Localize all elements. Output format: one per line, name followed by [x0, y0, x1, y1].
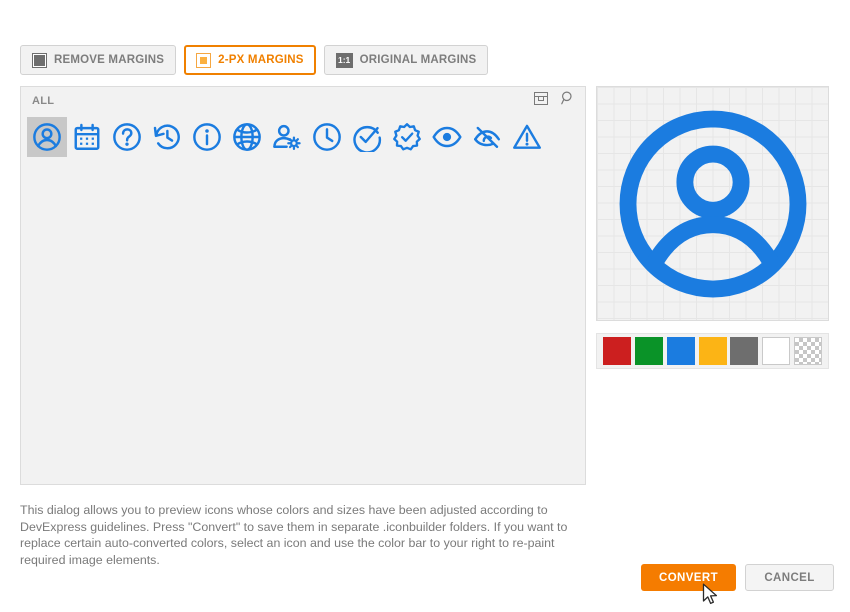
convert-button[interactable]: CONVERT	[641, 564, 736, 591]
margin-mode-toolbar: REMOVE MARGINS 2-PX MARGINS 1:1 ORIGINAL…	[20, 45, 489, 75]
icon-cell-info-circle[interactable]	[187, 117, 227, 157]
blue-swatch-chip	[666, 337, 695, 365]
icon-cell-check-circle[interactable]	[347, 117, 387, 157]
dialog-footer: CONVERT CANCEL	[641, 564, 834, 591]
icon-cell-calendar[interactable]	[67, 117, 107, 157]
eye-off-icon	[472, 122, 502, 152]
blue-swatch[interactable]	[665, 333, 697, 369]
red-swatch[interactable]	[601, 333, 633, 369]
remove-margins-button[interactable]: REMOVE MARGINS	[20, 45, 177, 75]
white-swatch[interactable]	[760, 333, 792, 369]
user-circle-icon	[32, 122, 62, 152]
globe-icon	[232, 122, 262, 152]
one-to-one-icon: 1:1	[335, 52, 353, 68]
orange-swatch-chip	[698, 337, 727, 365]
question-circle-icon	[112, 122, 142, 152]
two-px-margins-label: 2-PX MARGINS	[218, 54, 304, 66]
green-swatch[interactable]	[633, 333, 665, 369]
icon-cell-question-circle[interactable]	[107, 117, 147, 157]
filled-square-icon	[32, 52, 47, 68]
icon-panel-header: ALL	[21, 87, 585, 114]
cancel-button[interactable]: CANCEL	[745, 564, 834, 591]
original-margins-label: ORIGINAL MARGINS	[359, 54, 477, 66]
user-circle-icon	[613, 104, 813, 304]
icon-cell-clock[interactable]	[307, 117, 347, 157]
gray-swatch[interactable]	[728, 333, 760, 369]
remove-margins-label: REMOVE MARGINS	[54, 54, 165, 66]
info-circle-icon	[192, 122, 222, 152]
icon-cell-user-settings[interactable]	[267, 117, 307, 157]
white-swatch-chip	[762, 337, 791, 365]
toggle-panel-icon[interactable]	[534, 91, 548, 110]
gray-swatch-chip	[730, 337, 759, 365]
icon-panel-tools	[534, 91, 575, 110]
calendar-icon	[72, 122, 102, 152]
search-icon[interactable]	[561, 91, 575, 110]
icon-cell-eye[interactable]	[427, 117, 467, 157]
icon-cell-warning-triangle[interactable]	[507, 117, 547, 157]
transparent-swatch-chip	[794, 337, 823, 365]
eye-icon	[432, 122, 462, 152]
history-icon	[152, 122, 182, 152]
icon-cell-user-circle[interactable]	[27, 117, 67, 157]
green-swatch-chip	[634, 337, 663, 365]
category-label: ALL	[32, 94, 55, 107]
icon-cell-eye-off[interactable]	[467, 117, 507, 157]
check-circle-icon	[352, 122, 382, 152]
clock-icon	[312, 122, 342, 152]
color-bar	[596, 333, 829, 369]
verified-badge-icon	[392, 122, 422, 152]
original-margins-button[interactable]: 1:1 ORIGINAL MARGINS	[323, 45, 489, 75]
icon-cell-globe[interactable]	[227, 117, 267, 157]
orange-swatch[interactable]	[697, 333, 729, 369]
icon-cell-history[interactable]	[147, 117, 187, 157]
inset-square-icon	[196, 52, 212, 68]
two-px-margins-button[interactable]: 2-PX MARGINS	[184, 45, 316, 75]
red-swatch-chip	[602, 337, 631, 365]
transparent-swatch[interactable]	[792, 333, 824, 369]
warning-triangle-icon	[512, 122, 542, 152]
user-settings-icon	[272, 122, 302, 152]
icon-list-panel: ALL	[20, 86, 586, 485]
icon-grid	[21, 114, 585, 160]
icon-cell-verified-badge[interactable]	[387, 117, 427, 157]
icon-preview-panel	[596, 86, 829, 321]
dialog-description: This dialog allows you to preview icons …	[20, 503, 568, 567]
